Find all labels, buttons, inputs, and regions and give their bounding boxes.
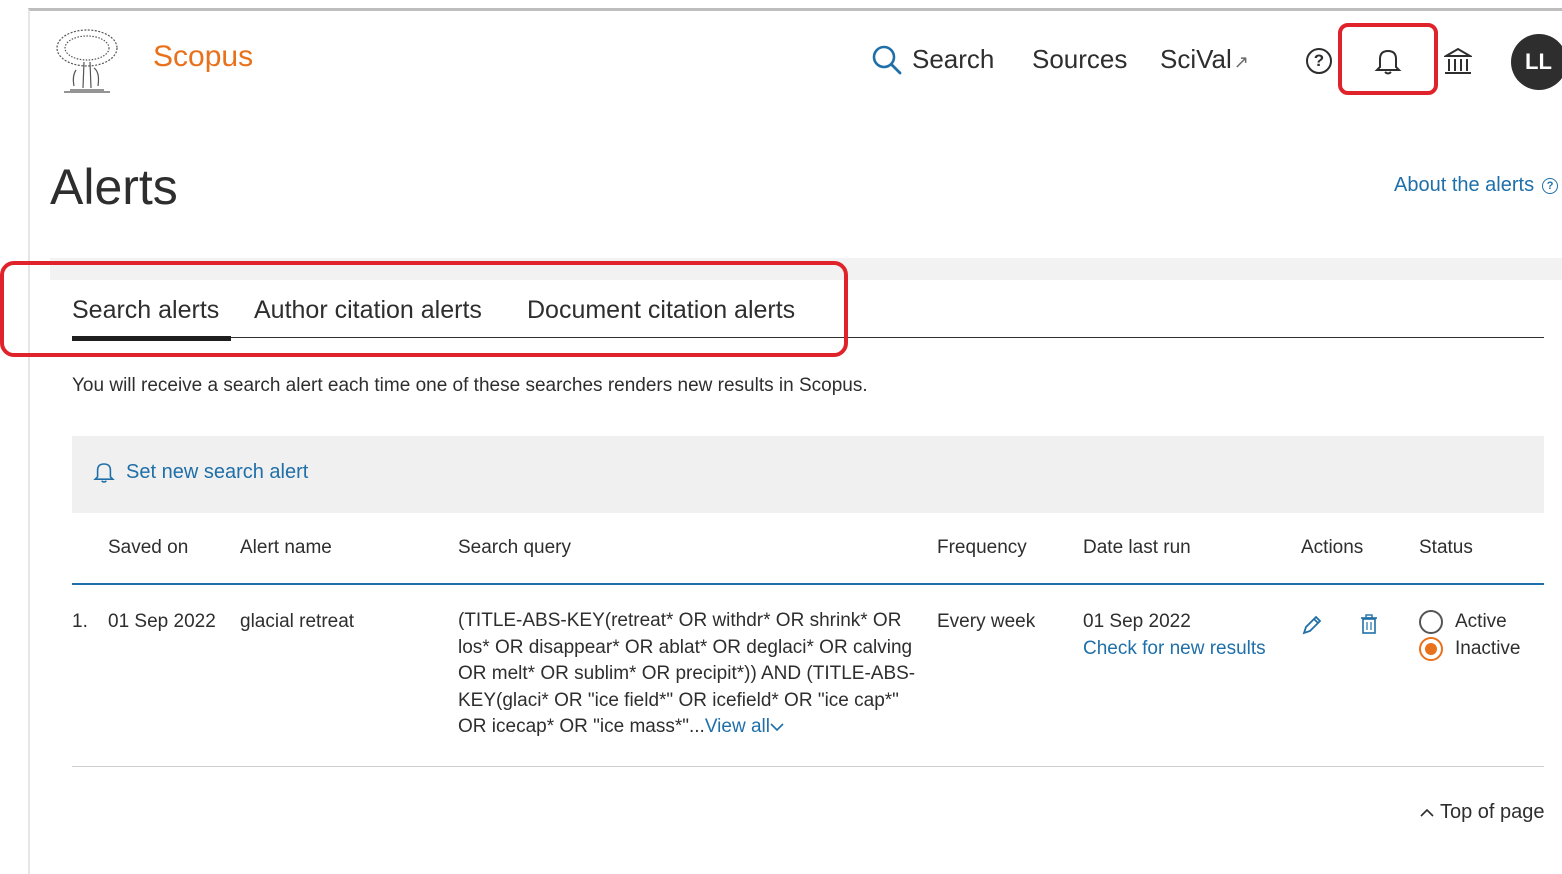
bell-highlight-box (1338, 23, 1438, 95)
chevron-up-icon (1420, 808, 1434, 817)
table-row-divider (72, 766, 1544, 767)
row-frequency: Every week (937, 611, 1036, 632)
row-alert-name: glacial retreat (240, 611, 355, 632)
status-inactive-radio[interactable]: Inactive (1419, 635, 1520, 662)
search-query-text: (TITLE-ABS-KEY(retreat* OR withdr* OR sh… (458, 610, 916, 737)
column-header-frequency[interactable]: Frequency (937, 537, 1027, 559)
date-last-run-value: 01 Sep 2022 (1083, 611, 1191, 632)
tabs-highlight-box (0, 261, 848, 357)
status-active-radio[interactable]: Active (1419, 608, 1520, 635)
column-header-search-query: Search query (458, 537, 572, 558)
nav-scival[interactable]: SciVal ↗ (1160, 44, 1249, 75)
external-link-icon: ↗ (1233, 52, 1249, 72)
avatar[interactable]: LL (1511, 34, 1562, 90)
edit-pencil-icon[interactable] (1301, 614, 1323, 636)
institution-icon[interactable] (1444, 46, 1472, 76)
column-header-alert-name[interactable]: Alert name (240, 537, 332, 559)
status-active-label: Active (1455, 611, 1507, 632)
elsevier-logo[interactable] (50, 28, 124, 94)
column-header-saved-on[interactable]: Saved on (108, 537, 188, 559)
about-alerts-label: About the alerts (1394, 174, 1535, 196)
column-header-actions: Actions (1301, 537, 1364, 558)
set-new-search-alert-label: Set new search alert (126, 460, 309, 483)
row-index: 1. (72, 611, 88, 632)
row-status: Active Inactive (1419, 608, 1520, 662)
row-search-query: (TITLE-ABS-KEY(retreat* OR withdr* OR sh… (458, 608, 918, 741)
tab-description: You will receive a search alert each tim… (72, 375, 868, 396)
check-new-results-link[interactable]: Check for new results (1083, 635, 1266, 662)
bell-icon (93, 463, 115, 483)
column-header-date-last-run[interactable]: Date last run (1083, 537, 1191, 559)
view-all-link[interactable]: View all (705, 716, 784, 737)
row-saved-on: 01 Sep 2022 (108, 611, 216, 632)
nav-search-label: Search (912, 44, 995, 74)
page-title: Alerts (50, 159, 178, 215)
help-icon[interactable]: ? (1306, 48, 1332, 74)
search-icon (872, 45, 902, 74)
scopus-brand[interactable]: Scopus (153, 40, 253, 74)
top-of-page-label: Top of page (1440, 801, 1545, 823)
view-all-label: View all (704, 716, 770, 737)
table-header-divider (72, 583, 1544, 585)
delete-trash-icon[interactable] (1360, 614, 1378, 634)
nav-scival-label: SciVal (1160, 44, 1232, 74)
new-alert-bar: Set new search alert (72, 436, 1544, 513)
row-date-last-run: 01 Sep 2022 Check for new results (1083, 608, 1266, 662)
about-alerts-link[interactable]: About the alerts ? (1394, 174, 1559, 197)
set-new-search-alert-button[interactable]: Set new search alert (92, 460, 308, 484)
top-of-page-link[interactable]: Top of page (1420, 801, 1545, 824)
column-header-status: Status (1419, 537, 1473, 558)
nav-search[interactable]: Search (872, 44, 994, 75)
nav-sources[interactable]: Sources (1032, 44, 1127, 75)
chevron-down-icon (770, 723, 784, 732)
radio-selected-icon (1419, 636, 1443, 661)
status-inactive-label: Inactive (1455, 638, 1521, 659)
help-icon: ? (1542, 177, 1559, 194)
radio-circle-icon (1419, 609, 1443, 634)
